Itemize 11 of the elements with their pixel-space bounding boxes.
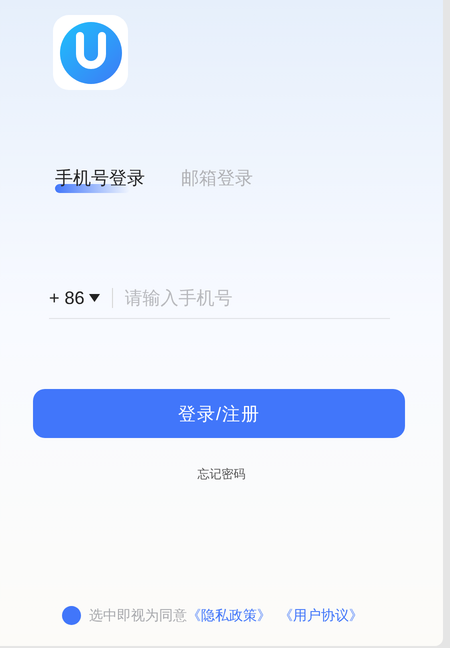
forgot-password-link[interactable]: 忘记密码 (198, 466, 246, 482)
login-tab[interactable]: 手机号登录 (55, 164, 145, 192)
agreement-link[interactable]: 《用户协议》 (279, 605, 363, 625)
agreement-text: 选中即视为同意 (89, 606, 187, 625)
phone-input-field[interactable]: 请输入手机号 (124, 284, 390, 312)
agreement-radio[interactable] (62, 606, 81, 624)
country-code-selector[interactable]: + 86 (49, 284, 85, 312)
login-button[interactable]: 登录/注册 (33, 389, 405, 438)
agreement-link[interactable]: 《隐私政策》 (187, 605, 271, 625)
app-logo-icon (53, 15, 128, 90)
caret-icon (88, 294, 100, 302)
